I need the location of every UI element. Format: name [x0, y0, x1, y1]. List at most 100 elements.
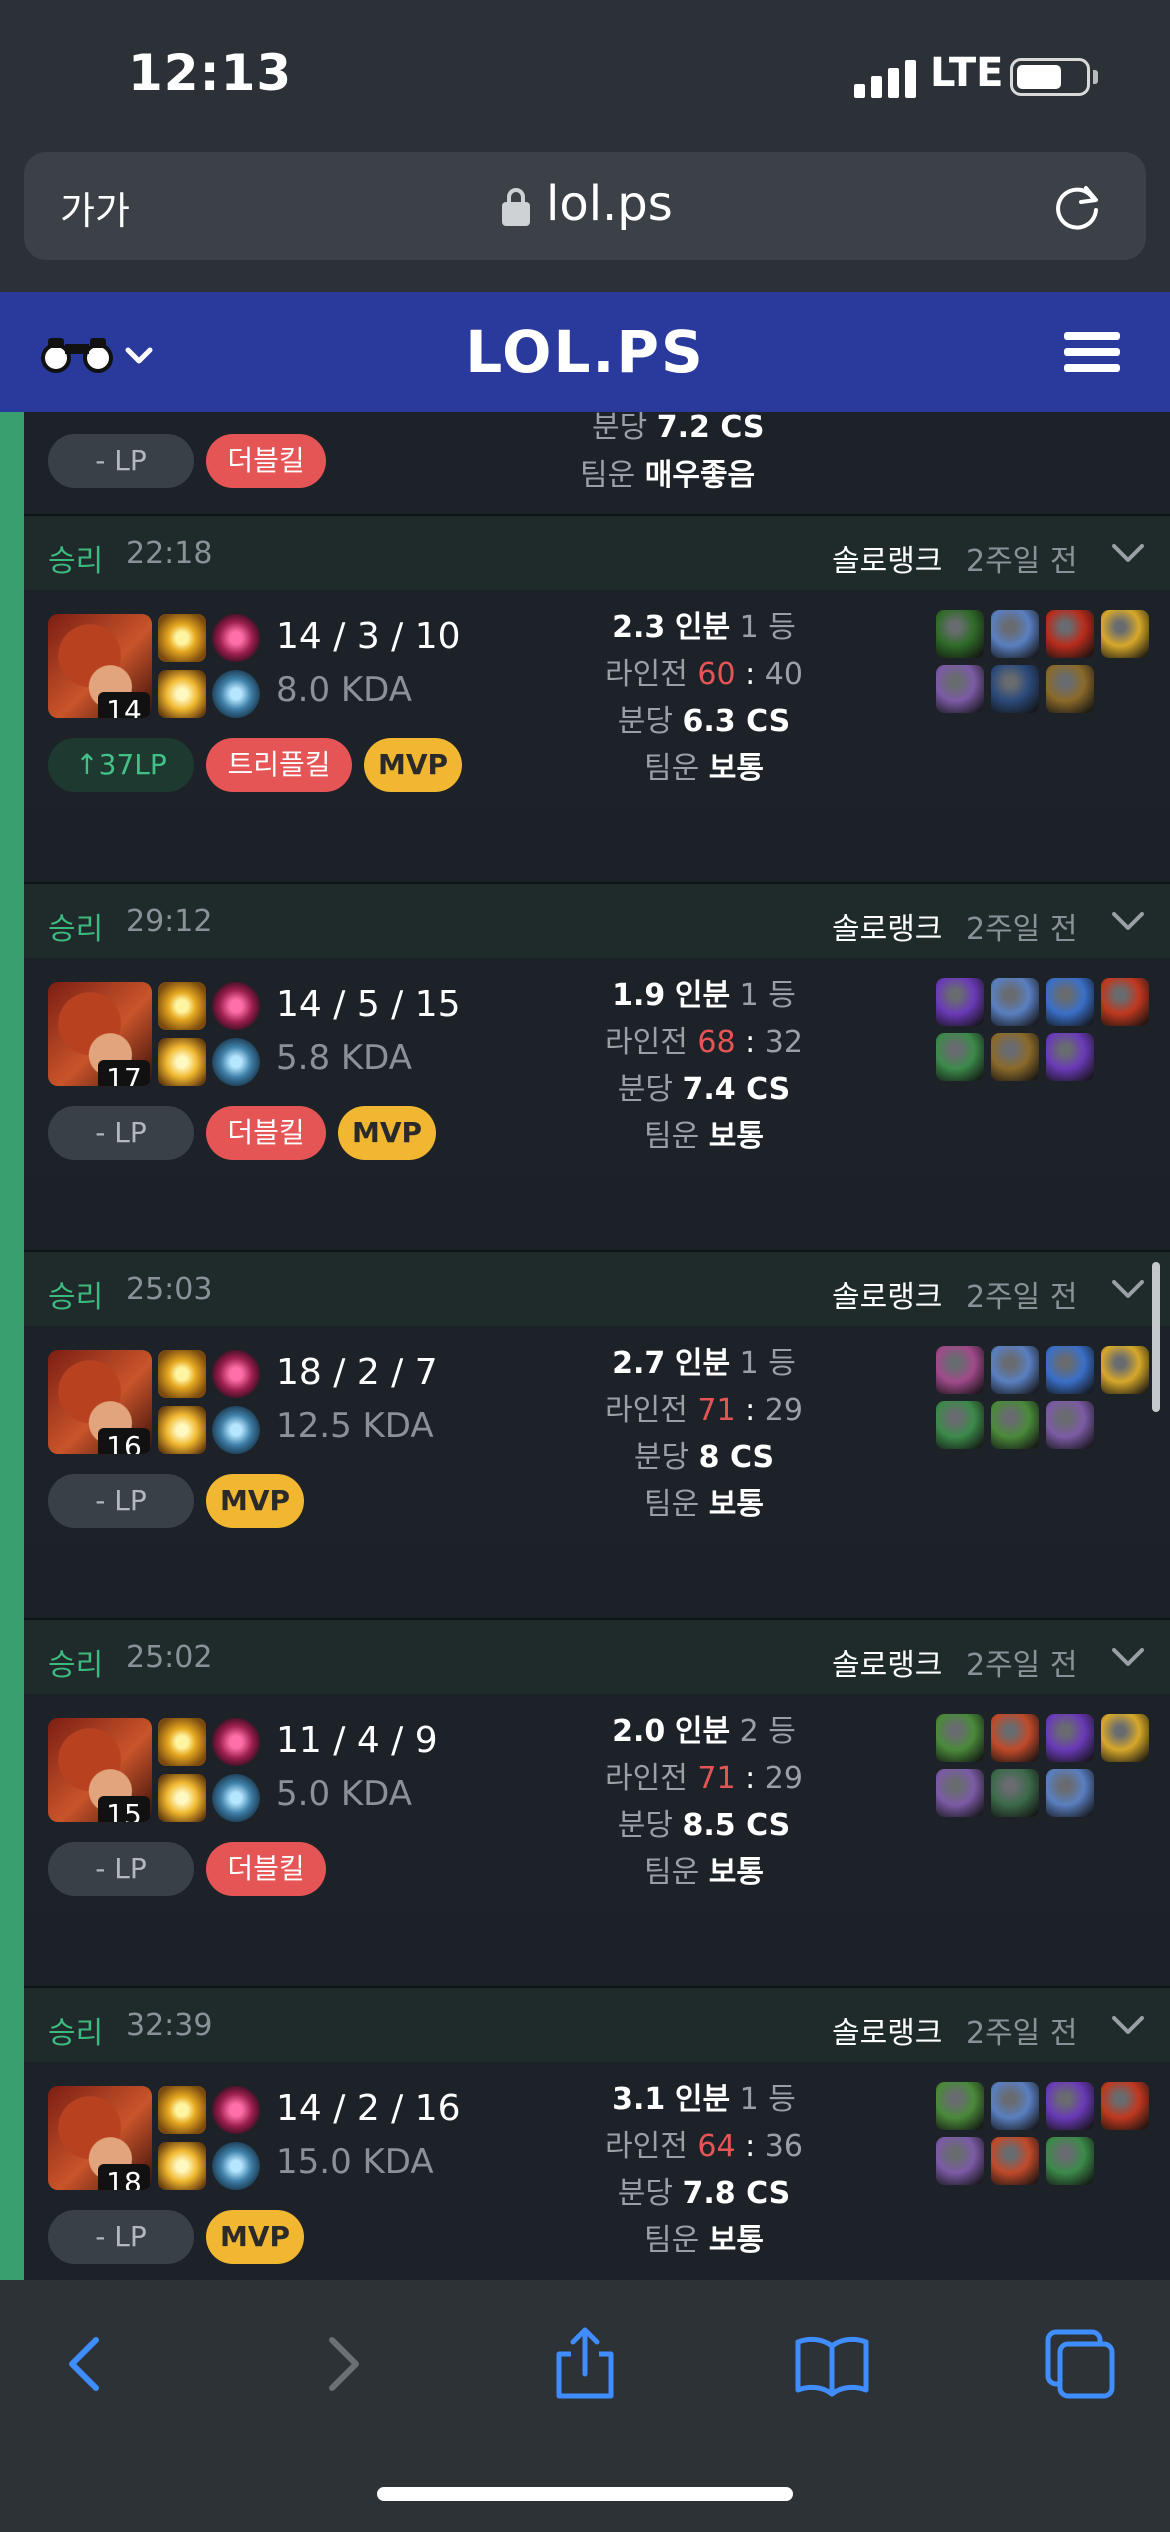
item-icon[interactable]	[1046, 1714, 1094, 1762]
forward-icon[interactable]	[300, 2324, 380, 2404]
site-logo[interactable]: LOL.PS	[0, 318, 1170, 386]
item-icon[interactable]	[991, 610, 1039, 658]
summoner-spell-icon[interactable]	[158, 1718, 206, 1766]
item-build	[936, 2082, 1166, 2202]
item-icon[interactable]	[1046, 1769, 1094, 1817]
url-text[interactable]: lol.ps	[546, 176, 673, 232]
item-icon[interactable]	[936, 1714, 984, 1762]
tabs-icon[interactable]	[1040, 2324, 1120, 2404]
item-icon[interactable]	[1046, 665, 1094, 713]
game-card[interactable]: 승리 22:18 솔로랭크 2주일 전 14 14 / 3 / 10 8.0 K…	[24, 514, 1170, 810]
primary-rune-icon[interactable]	[212, 1718, 260, 1766]
item-icon[interactable]	[991, 665, 1039, 713]
summoner-spell-icon[interactable]	[158, 670, 206, 718]
item-icon[interactable]	[936, 2082, 984, 2130]
chevron-down-icon[interactable]	[1110, 906, 1146, 934]
chevron-down-icon[interactable]	[1110, 538, 1146, 566]
game-result: 승리	[48, 2016, 104, 2051]
summoner-spell-icon[interactable]	[158, 982, 206, 1030]
item-icon[interactable]	[1101, 610, 1149, 658]
secondary-rune-icon[interactable]	[212, 2142, 260, 2190]
item-icon[interactable]	[936, 1346, 984, 1394]
item-icon[interactable]	[1046, 978, 1094, 1026]
text-size-button[interactable]: 가가	[60, 180, 130, 235]
item-icon[interactable]	[1101, 978, 1149, 1026]
summoner-spell-icon[interactable]	[158, 1774, 206, 1822]
secondary-rune-icon[interactable]	[212, 1774, 260, 1822]
item-icon[interactable]	[1101, 1346, 1149, 1394]
champion-portrait[interactable]: 18	[48, 2086, 152, 2190]
game-card[interactable]: 승리 29:12 솔로랭크 2주일 전 17 14 / 5 / 15 5.8 K…	[24, 882, 1170, 1178]
partial-game-card[interactable]: - LP 더블킬 분당 7.2 CS 팀운 매우좋음	[24, 412, 1170, 514]
scrollbar[interactable]	[1152, 1262, 1160, 1412]
item-icon[interactable]	[1046, 1401, 1094, 1449]
status-bar: 12:13 LTE	[0, 0, 1170, 150]
game-duration: 22:18	[126, 536, 213, 571]
game-header[interactable]: 승리 29:12 솔로랭크 2주일 전	[24, 882, 1170, 958]
item-icon[interactable]	[991, 978, 1039, 1026]
game-card[interactable]: 승리 32:39 솔로랭크 2주일 전 18 14 / 2 / 16 15.0 …	[24, 1986, 1170, 2280]
item-icon[interactable]	[1046, 2082, 1094, 2130]
item-icon[interactable]	[936, 2137, 984, 2185]
item-icon[interactable]	[936, 610, 984, 658]
secondary-rune-icon[interactable]	[212, 670, 260, 718]
reload-icon[interactable]	[1050, 180, 1104, 234]
champion-portrait[interactable]: 16	[48, 1350, 152, 1454]
champion-portrait[interactable]: 14	[48, 614, 152, 718]
lp-badge: - LP	[48, 2210, 194, 2264]
item-icon[interactable]	[936, 1401, 984, 1449]
performance-share: 2.7 인분 1 등	[612, 1346, 796, 1381]
chevron-down-icon[interactable]	[1110, 1642, 1146, 1670]
primary-rune-icon[interactable]	[212, 982, 260, 1030]
item-icon[interactable]	[936, 1033, 984, 1081]
game-body: 15 11 / 4 / 9 5.0 KDA - LP 더블킬 2.0 인분 2 …	[24, 1694, 1170, 1914]
address-bar[interactable]: 가가 lol.ps	[24, 152, 1146, 260]
item-icon[interactable]	[1046, 610, 1094, 658]
game-header[interactable]: 승리 25:02 솔로랭크 2주일 전	[24, 1618, 1170, 1694]
game-card[interactable]: 승리 25:03 솔로랭크 2주일 전 16 18 / 2 / 7 12.5 K…	[24, 1250, 1170, 1546]
item-icon[interactable]	[936, 978, 984, 1026]
item-icon[interactable]	[1046, 1033, 1094, 1081]
summoner-spell-icon[interactable]	[158, 1406, 206, 1454]
item-icon[interactable]	[991, 2137, 1039, 2185]
item-icon[interactable]	[991, 2082, 1039, 2130]
item-icon[interactable]	[1046, 1346, 1094, 1394]
item-icon[interactable]	[991, 1714, 1039, 1762]
game-header[interactable]: 승리 25:03 솔로랭크 2주일 전	[24, 1250, 1170, 1326]
back-icon[interactable]	[48, 2324, 128, 2404]
item-icon[interactable]	[1101, 1714, 1149, 1762]
game-card[interactable]: 승리 25:02 솔로랭크 2주일 전 15 11 / 4 / 9 5.0 KD…	[24, 1618, 1170, 1914]
summoner-spell-icon[interactable]	[158, 2142, 206, 2190]
mvp-badge: MVP	[206, 1474, 304, 1528]
item-icon[interactable]	[991, 1401, 1039, 1449]
primary-rune-icon[interactable]	[212, 614, 260, 662]
menu-icon[interactable]	[1064, 332, 1120, 372]
primary-rune-icon[interactable]	[212, 2086, 260, 2134]
champion-portrait[interactable]: 15	[48, 1718, 152, 1822]
champion-portrait[interactable]: 17	[48, 982, 152, 1086]
share-icon[interactable]	[545, 2324, 625, 2404]
performance-share: 3.1 인분 1 등	[612, 2082, 796, 2117]
bookmarks-icon[interactable]	[792, 2324, 872, 2404]
summoner-spell-icon[interactable]	[158, 1350, 206, 1398]
item-icon[interactable]	[1101, 2082, 1149, 2130]
chevron-down-icon[interactable]	[1110, 1274, 1146, 1302]
game-header[interactable]: 승리 32:39 솔로랭크 2주일 전	[24, 1986, 1170, 2062]
item-icon[interactable]	[991, 1346, 1039, 1394]
cs-per-min: 분당 6.3 CS	[617, 704, 791, 739]
item-icon[interactable]	[991, 1769, 1039, 1817]
item-icon[interactable]	[1046, 2137, 1094, 2185]
lp-badge: - LP	[48, 434, 194, 488]
item-icon[interactable]	[936, 665, 984, 713]
secondary-rune-icon[interactable]	[212, 1038, 260, 1086]
chevron-down-icon[interactable]	[1110, 2010, 1146, 2038]
summoner-spell-icon[interactable]	[158, 1038, 206, 1086]
item-icon[interactable]	[936, 1769, 984, 1817]
secondary-rune-icon[interactable]	[212, 1406, 260, 1454]
summoner-spell-icon[interactable]	[158, 614, 206, 662]
multikill-badge: 더블킬	[206, 1842, 326, 1896]
item-icon[interactable]	[991, 1033, 1039, 1081]
summoner-spell-icon[interactable]	[158, 2086, 206, 2134]
primary-rune-icon[interactable]	[212, 1350, 260, 1398]
game-header[interactable]: 승리 22:18 솔로랭크 2주일 전	[24, 514, 1170, 590]
